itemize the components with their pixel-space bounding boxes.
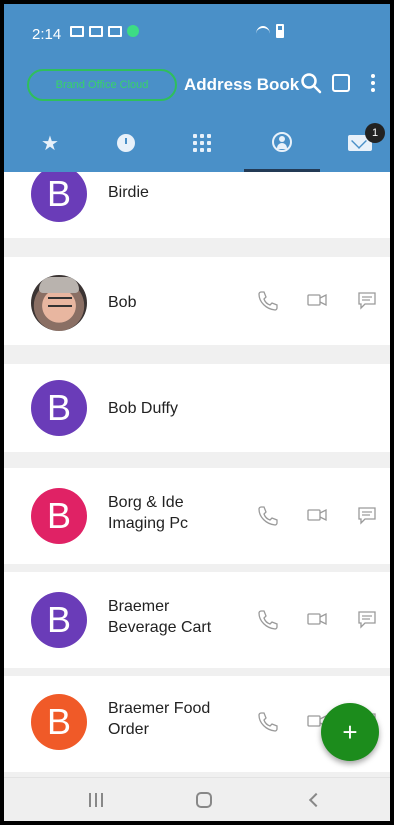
app-header: 2:14 Brand Office Cloud Address Book ★ 1 — [4, 4, 390, 172]
tab-bar: ★ 1 — [4, 114, 390, 172]
status-dot-icon — [127, 25, 139, 37]
contact-name: Birdie — [108, 184, 149, 201]
brand-logo: Brand Office Cloud — [27, 69, 177, 101]
battery-icon — [276, 24, 284, 38]
wifi-icon — [254, 24, 272, 38]
message-icon[interactable] — [356, 504, 378, 526]
notification-icon — [89, 25, 103, 37]
phone-call-icon[interactable] — [256, 289, 278, 311]
contact-row-braemer-beverage[interactable]: B Braemer Beverage Cart — [4, 572, 390, 668]
notification-icon — [108, 25, 122, 37]
contact-name: Borg & Ide Imaging Pc — [108, 494, 189, 532]
message-icon[interactable] — [356, 289, 378, 311]
contact-name: Braemer Food Order — [108, 700, 211, 738]
tab-recents[interactable] — [88, 114, 164, 172]
notification-icons — [70, 25, 139, 37]
recent-apps-button[interactable] — [84, 788, 108, 812]
add-contact-button[interactable]: + — [321, 703, 379, 761]
status-bar: 2:14 — [4, 4, 390, 62]
contact-avatar: B — [31, 592, 87, 648]
star-icon: ★ — [41, 132, 59, 155]
system-status-icons — [254, 24, 284, 38]
contact-icon — [272, 131, 292, 152]
tab-messages[interactable]: 1 — [322, 114, 390, 172]
contact-avatar: B — [31, 172, 87, 222]
tab-dialpad[interactable] — [164, 114, 240, 172]
home-icon — [196, 792, 212, 808]
video-call-icon[interactable] — [306, 289, 328, 311]
back-icon — [308, 792, 324, 808]
contact-avatar: B — [31, 694, 87, 750]
contact-actions — [256, 504, 378, 526]
page-title: Address Book — [184, 75, 300, 94]
contact-photo-avatar — [31, 275, 87, 331]
unread-badge: 1 — [365, 123, 385, 143]
video-call-icon[interactable] — [306, 504, 328, 526]
clock-icon — [117, 134, 135, 152]
contact-name: Braemer Beverage Cart — [108, 598, 212, 636]
contact-actions — [256, 289, 378, 311]
tab-favorites[interactable]: ★ — [12, 114, 88, 172]
contact-row-birdie[interactable]: B Birdie — [4, 172, 390, 238]
contact-name: Bob — [108, 294, 137, 311]
more-options-icon[interactable] — [370, 74, 376, 94]
phone-call-icon[interactable] — [256, 710, 278, 732]
system-nav-bar — [4, 777, 390, 821]
picture-in-picture-icon[interactable] — [332, 74, 350, 92]
contact-row-bob[interactable]: Bob — [4, 257, 390, 345]
contact-actions — [256, 608, 378, 630]
contact-list[interactable]: B Birdie Bob B Bob Duffy B Borg & Ide Im… — [4, 172, 390, 777]
message-icon[interactable] — [356, 608, 378, 630]
status-time: 2:14 — [32, 26, 62, 43]
video-call-icon[interactable] — [306, 608, 328, 630]
toolbar: Brand Office Cloud Address Book — [4, 62, 390, 112]
search-icon[interactable] — [300, 72, 322, 94]
notification-icon — [70, 25, 84, 37]
contact-name: Bob Duffy — [108, 400, 178, 417]
phone-screen: 2:14 Brand Office Cloud Address Book ★ 1… — [4, 4, 390, 821]
contact-row-bob-duffy[interactable]: B Bob Duffy — [4, 364, 390, 452]
tab-contacts[interactable] — [244, 114, 320, 172]
contact-avatar: B — [31, 488, 87, 544]
back-button[interactable] — [304, 788, 328, 812]
home-button[interactable] — [192, 788, 216, 812]
contact-avatar: B — [31, 380, 87, 436]
contact-row-borg-ide[interactable]: B Borg & Ide Imaging Pc — [4, 468, 390, 564]
dialpad-icon — [193, 134, 211, 152]
phone-call-icon[interactable] — [256, 504, 278, 526]
phone-call-icon[interactable] — [256, 608, 278, 630]
